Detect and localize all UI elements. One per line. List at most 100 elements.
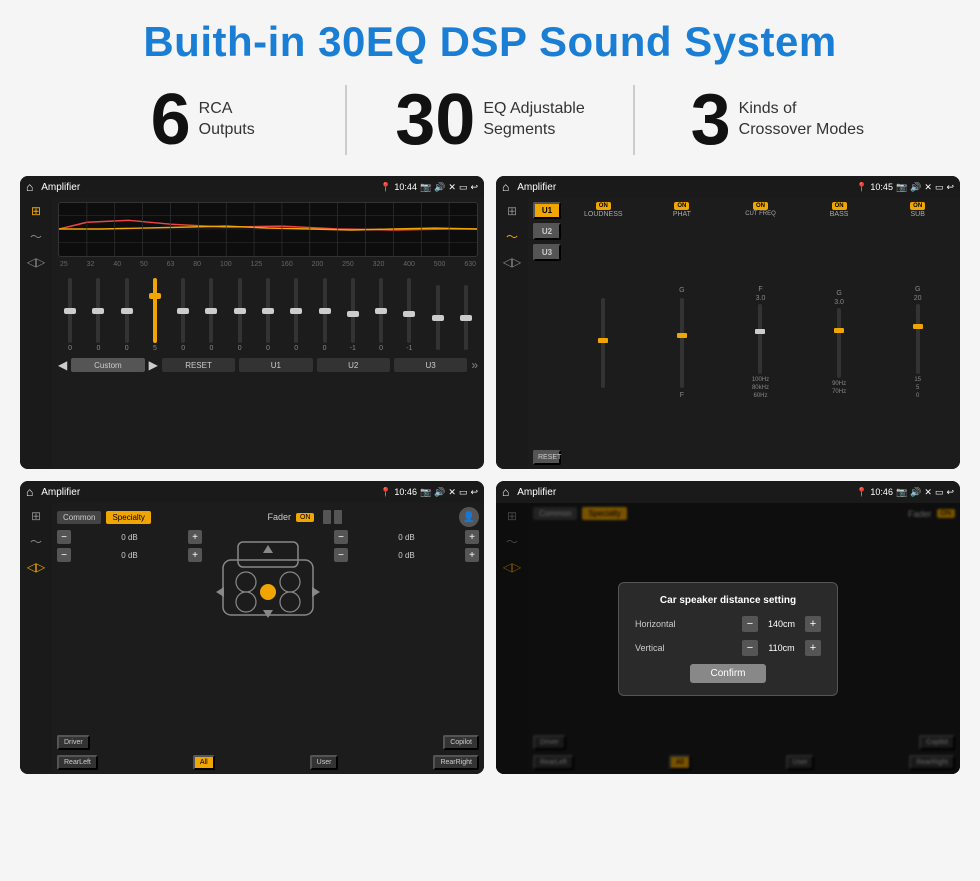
loudness-label: LOUDNESS [584,211,623,218]
db-row-2: − 0 dB + [57,548,202,562]
crossover-channels: ON LOUDNESS ON PHAT [566,202,955,465]
phat-on-badge: ON [674,202,689,210]
eq-slider-12[interactable]: 0 [369,278,393,352]
eq-slider-9[interactable]: 0 [284,278,308,352]
sidebar-crossover-eq-icon[interactable]: ⊞ [507,204,517,218]
fader-label: Fader [267,512,291,522]
vertical-plus[interactable]: + [805,640,821,656]
horizontal-row: Horizontal − 140cm + [635,616,821,632]
status-bar-fader: ⌂ Amplifier 📍 10:46 📷 🔊 ✕ ▭ ↩ [20,481,484,503]
eq-content: 25 32 40 50 63 80 100 125 160 200 250 32… [52,198,484,469]
sidebar-fader-eq-icon[interactable]: ⊞ [31,509,41,523]
sidebar-crossover-wave-icon[interactable]: 〜 [506,228,518,245]
fader-main: − 0 dB + − 0 dB + [57,530,479,732]
eq-custom-button[interactable]: Custom [71,358,144,372]
fader-right-controls: − 0 dB + − 0 dB + [334,530,479,732]
stat-rca: 6 RCAOutputs [60,84,345,156]
driver-button[interactable]: Driver [57,735,90,750]
sidebar-fader-wave-icon[interactable]: 〜 [30,533,42,550]
cutfreq-on-badge: ON [753,202,768,210]
bottom-labels: Driver Copilot RearLeft All User RearRig… [57,735,479,770]
copilot-button[interactable]: Copilot [443,735,479,750]
crossover-reset-button[interactable]: RESET [533,450,561,465]
u2-button[interactable]: U2 [533,223,561,240]
db-plus-2[interactable]: + [188,548,202,562]
db-row-4: − 0 dB + [334,548,479,562]
sidebar-eq-icon[interactable]: ⊞ [31,204,41,218]
sidebar-crossover: ⊞ 〜 ◁▷ [496,198,528,469]
db-minus-3[interactable]: − [334,530,348,544]
sidebar-crossover-vol-icon[interactable]: ◁▷ [503,255,521,269]
eq-slider-10[interactable]: 0 [312,278,336,352]
app-title-crossover: Amplifier [517,182,852,193]
home-icon-fader[interactable]: ⌂ [26,485,33,499]
eq-reset-button[interactable]: RESET [162,358,235,372]
user-button[interactable]: User [310,755,339,770]
vertical-value: 110cm [764,643,799,653]
db-plus-1[interactable]: + [188,530,202,544]
screen-crossover: ⌂ Amplifier 📍 10:45 📷 🔊 ✕ ▭ ↩ ⊞ 〜 ◁▷ [496,176,960,469]
db-value-3: 0 dB [351,533,462,542]
rearleft-button[interactable]: RearLeft [57,755,98,770]
status-bar-crossover: ⌂ Amplifier 📍 10:45 📷 🔊 ✕ ▭ ↩ [496,176,960,198]
tab-specialty[interactable]: Specialty [106,511,150,524]
eq-slider-1[interactable]: 0 [58,278,82,352]
db-plus-3[interactable]: + [465,530,479,544]
eq-slider-14[interactable] [425,285,449,352]
db-minus-2[interactable]: − [57,548,71,562]
horizontal-plus[interactable]: + [805,616,821,632]
db-minus-1[interactable]: − [57,530,71,544]
eq-expand-icon[interactable]: » [471,358,478,372]
eq-slider-4[interactable]: 5 [143,278,167,352]
sidebar-vol-icon[interactable]: ◁▷ [27,255,45,269]
channel-loudness: ON LOUDNESS [566,202,641,465]
db-minus-4[interactable]: − [334,548,348,562]
home-icon-crossover[interactable]: ⌂ [502,180,509,194]
eq-slider-7[interactable]: 0 [228,278,252,352]
horizontal-value: 140cm [764,619,799,629]
app-title-fader: Amplifier [41,487,376,498]
eq-slider-13[interactable]: -1 [397,278,421,352]
phat-slider: G F [679,220,684,465]
eq-u1-button[interactable]: U1 [239,358,312,372]
home-icon-distance[interactable]: ⌂ [502,485,509,499]
vertical-minus[interactable]: − [742,640,758,656]
sidebar-fader-vol-icon[interactable]: ◁▷ [27,560,45,574]
vertical-label: Vertical [635,643,736,653]
car-diagram [208,530,328,630]
u3-button[interactable]: U3 [533,244,561,261]
fader-profile-icon[interactable]: 👤 [459,507,479,527]
status-icons-eq: 📍 10:44 📷 🔊 ✕ ▭ ↩ [380,182,478,193]
eq-prev-button[interactable]: ◀ [58,358,67,372]
eq-slider-8[interactable]: 0 [256,278,280,352]
horizontal-minus[interactable]: − [742,616,758,632]
cutfreq-label: CUT FREQ [745,211,776,217]
eq-slider-6[interactable]: 0 [199,278,223,352]
channel-bass: ON BASS G 3.0 90Hz 70Hz [802,202,877,465]
eq-next-button[interactable]: ▶ [149,358,158,372]
db-plus-4[interactable]: + [465,548,479,562]
all-button[interactable]: All [193,755,215,770]
eq-slider-3[interactable]: 0 [115,278,139,352]
home-icon-eq[interactable]: ⌂ [26,180,33,194]
crossover-content: U1 U2 U3 RESET ON LOUDNESS [528,198,960,469]
eq-sliders: 0 0 0 5 [58,272,478,352]
status-icons-crossover: 📍 10:45 📷 🔊 ✕ ▭ ↩ [856,182,954,193]
eq-u3-button[interactable]: U3 [394,358,467,372]
stat-eq: 30 EQ AdjustableSegments [347,84,632,156]
eq-u2-button[interactable]: U2 [317,358,390,372]
u1-button[interactable]: U1 [533,202,561,219]
eq-slider-2[interactable]: 0 [86,278,110,352]
rearright-button[interactable]: RearRight [433,755,479,770]
confirm-button[interactable]: Confirm [690,664,765,683]
tab-common[interactable]: Common [57,511,101,524]
eq-slider-15[interactable] [454,285,478,352]
loudness-slider [601,220,605,465]
stats-row: 6 RCAOutputs 30 EQ AdjustableSegments 3 … [0,76,980,168]
sidebar-wave-icon[interactable]: 〜 [30,228,42,245]
status-icons-fader: 📍 10:46 📷 🔊 ✕ ▭ ↩ [380,487,478,498]
sub-label: SUB [910,211,924,218]
db-value-4: 0 dB [351,551,462,560]
eq-slider-11[interactable]: -1 [341,278,365,352]
eq-slider-5[interactable]: 0 [171,278,195,352]
